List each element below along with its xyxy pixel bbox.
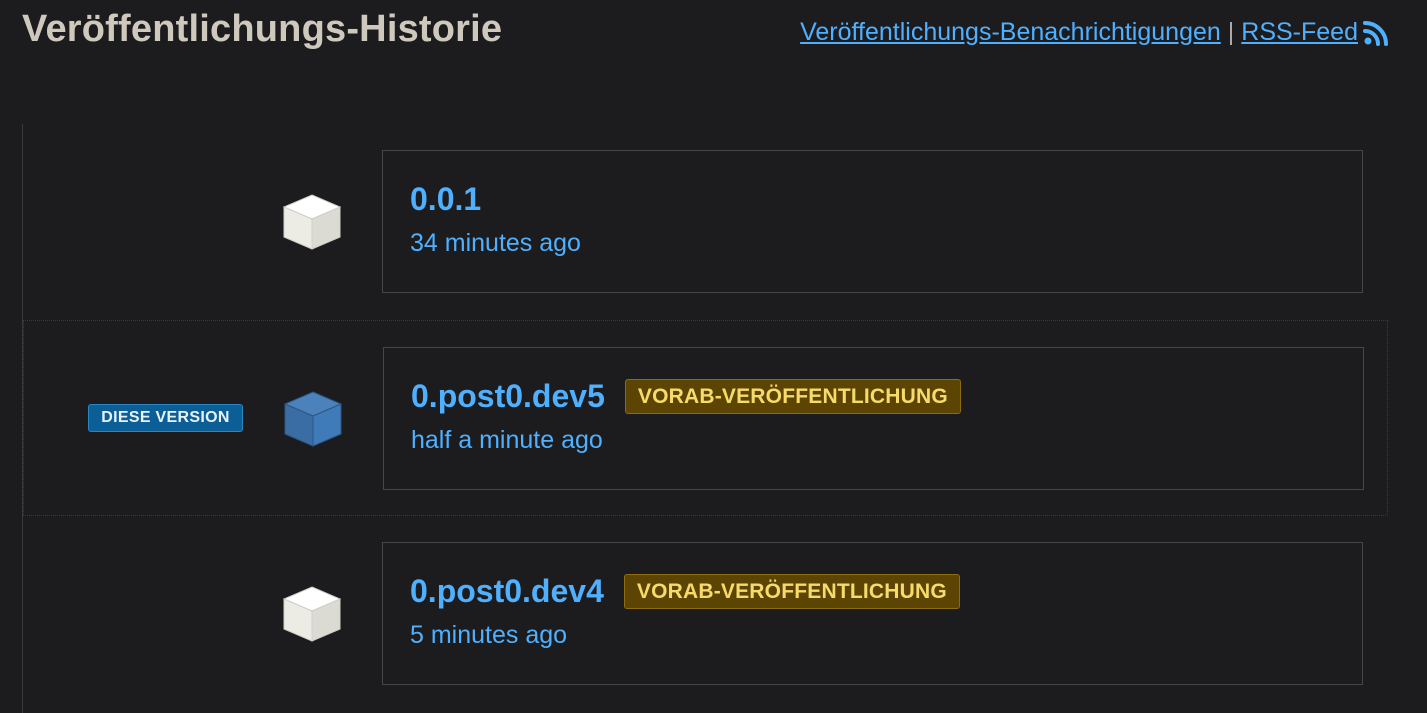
release-row: 0.post0.dev4 VORAB-VERÖFFENTLICHUNG 5 mi… bbox=[23, 516, 1388, 712]
release-card[interactable]: 0.post0.dev4 VORAB-VERÖFFENTLICHUNG 5 mi… bbox=[382, 542, 1363, 685]
package-cube-icon bbox=[282, 586, 342, 642]
release-version[interactable]: 0.post0.dev4 bbox=[410, 573, 604, 610]
release-version[interactable]: 0.0.1 bbox=[410, 181, 481, 218]
release-version-line: 0.post0.dev5 VORAB-VERÖFFENTLICHUNG bbox=[411, 378, 961, 415]
release-version-line: 0.0.1 bbox=[410, 181, 481, 218]
release-notifications-link[interactable]: Veröffentlichungs-Benachrichtigungen bbox=[800, 18, 1221, 47]
package-cube-icon bbox=[283, 391, 343, 447]
rss-feed-label: RSS-Feed bbox=[1241, 18, 1358, 46]
link-separator: | bbox=[1227, 18, 1235, 46]
release-row-current: DIESE VERSION 0.post0.dev5 VORAB-VERÖFFE… bbox=[23, 320, 1388, 516]
header-links: Veröffentlichungs-Benachrichtigungen | R… bbox=[800, 18, 1390, 47]
release-time: 5 minutes ago bbox=[410, 621, 568, 649]
this-version-badge: DIESE VERSION bbox=[88, 404, 243, 432]
release-card[interactable]: 0.0.1 34 minutes ago bbox=[382, 150, 1363, 293]
prerelease-badge: VORAB-VERÖFFENTLICHUNG bbox=[624, 379, 961, 414]
release-card[interactable]: 0.post0.dev5 VORAB-VERÖFFENTLICHUNG half… bbox=[383, 347, 1364, 490]
release-history-page: Veröffentlichungs-Historie Veröffentlich… bbox=[0, 0, 1427, 713]
page-title: Veröffentlichungs-Historie bbox=[22, 8, 503, 50]
release-version-line: 0.post0.dev4 VORAB-VERÖFFENTLICHUNG bbox=[410, 573, 960, 610]
rss-feed-link[interactable]: RSS-Feed bbox=[1241, 18, 1358, 47]
prerelease-badge: VORAB-VERÖFFENTLICHUNG bbox=[623, 574, 960, 609]
rss-icon[interactable] bbox=[1362, 19, 1390, 47]
release-version[interactable]: 0.post0.dev5 bbox=[411, 378, 605, 415]
release-time: 34 minutes ago bbox=[410, 229, 581, 257]
release-row: 0.0.1 34 minutes ago bbox=[23, 124, 1388, 320]
package-cube-icon bbox=[282, 194, 342, 250]
release-time: half a minute ago bbox=[411, 426, 603, 454]
